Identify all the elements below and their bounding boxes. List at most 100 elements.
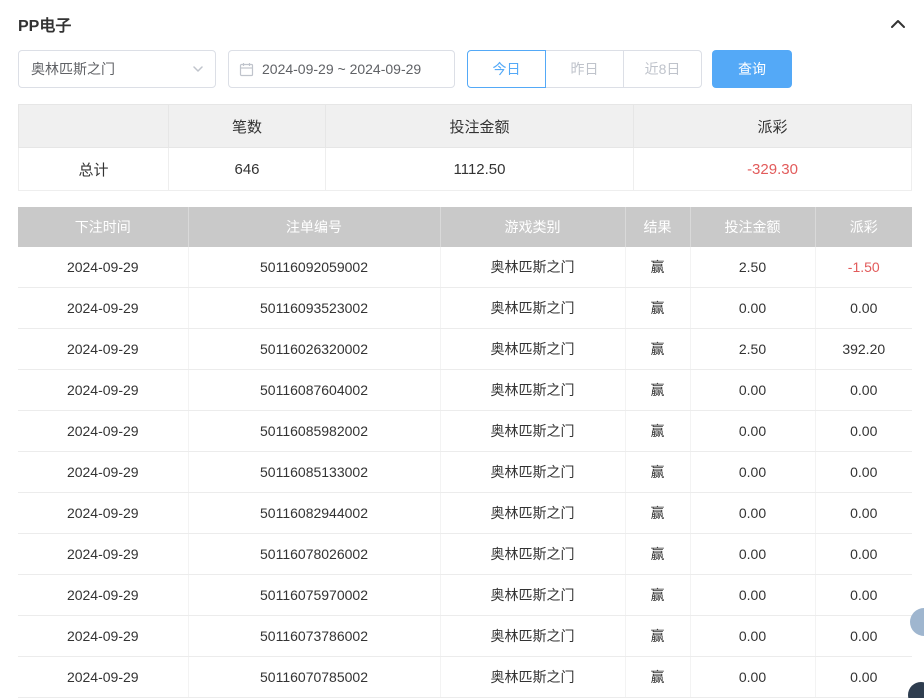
filter-bar: 奥林匹斯之门 2024-09-29 ~ 2024-09-29 今日 昨日 近8日…: [0, 44, 924, 104]
bet-id-cell: 50116085133002: [187, 451, 440, 493]
bet-amount-cell: 2.50: [689, 247, 815, 288]
payout-cell: 0.00: [814, 287, 912, 329]
payout-cell: -1.50: [814, 247, 912, 288]
payout-cell: 0.00: [814, 410, 912, 452]
bet-amount-cell: 0.00: [689, 492, 815, 534]
payout-cell: 0.00: [814, 492, 912, 534]
bet-id-cell: 50116093523002: [187, 287, 440, 329]
bet-id-cell: 50116082944002: [187, 492, 440, 534]
payout-cell: 0.00: [814, 574, 912, 616]
records-table: 下注时间 注单编号 游戏类别 结果 投注金额 派彩 2024-09-29 501…: [18, 207, 912, 698]
summary-total-count: 646: [168, 147, 326, 191]
bet-amount-cell: 0.00: [689, 369, 815, 411]
game-category-cell: 奥林匹斯之门: [439, 492, 625, 534]
result-cell: 赢: [624, 615, 690, 657]
table-row: 2024-09-29 50116087604002 奥林匹斯之门 赢 0.00 …: [18, 369, 912, 411]
bet-amount-cell: 0.00: [689, 656, 815, 698]
result-cell: 赢: [624, 451, 690, 493]
bet-id-cell: 50116092059002: [187, 247, 440, 288]
table-row: 2024-09-29 50116073786002 奥林匹斯之门 赢 0.00 …: [18, 615, 912, 657]
result-cell: 赢: [624, 656, 690, 698]
bet-time-cell: 2024-09-29: [18, 574, 188, 616]
game-category-cell: 奥林匹斯之门: [439, 574, 625, 616]
game-category-cell: 奥林匹斯之门: [439, 533, 625, 575]
last-8-days-button[interactable]: 近8日: [623, 50, 702, 88]
payout-cell: 0.00: [814, 533, 912, 575]
bet-time-cell: 2024-09-29: [18, 410, 188, 452]
calendar-icon: [239, 62, 254, 76]
chevron-up-icon: [891, 20, 905, 28]
records-body: 2024-09-29 50116092059002 奥林匹斯之门 赢 2.50 …: [18, 247, 912, 698]
bet-id-cell: 50116073786002: [187, 615, 440, 657]
payout-cell: 0.00: [814, 369, 912, 411]
game-category-cell: 奥林匹斯之门: [439, 656, 625, 698]
result-cell: 赢: [624, 247, 690, 288]
bet-amount-cell: 0.00: [689, 615, 815, 657]
game-category-cell: 奥林匹斯之门: [439, 287, 625, 329]
bet-id-cell: 50116085982002: [187, 410, 440, 452]
summary-total-row: 总计 646 1112.50 -329.30: [18, 147, 912, 191]
bet-time-cell: 2024-09-29: [18, 533, 188, 575]
table-row: 2024-09-29 50116078026002 奥林匹斯之门 赢 0.00 …: [18, 533, 912, 575]
date-range-value: 2024-09-29 ~ 2024-09-29: [262, 61, 422, 77]
summary-table: 笔数 投注金额 派彩 总计 646 1112.50 -329.30: [18, 104, 912, 191]
bet-amount-cell: 2.50: [689, 328, 815, 370]
pp-games-panel: PP电子 奥林匹斯之门 2024-09-29 ~ 2024-09-29 今日 昨…: [0, 0, 924, 698]
bet-amount-cell: 0.00: [689, 287, 815, 329]
records-header-row: 下注时间 注单编号 游戏类别 结果 投注金额 派彩: [18, 207, 912, 247]
summary-header-payout: 派彩: [633, 104, 912, 148]
records-header-result: 结果: [624, 207, 690, 247]
records-header-bet-amount: 投注金额: [689, 207, 815, 247]
today-button[interactable]: 今日: [467, 50, 546, 88]
payout-cell: 0.00: [814, 656, 912, 698]
bet-id-cell: 50116087604002: [187, 369, 440, 411]
summary-header-blank: [18, 104, 169, 148]
summary-total-payout: -329.30: [633, 147, 912, 191]
records-header-bet-id: 注单编号: [187, 207, 440, 247]
result-cell: 赢: [624, 410, 690, 452]
result-cell: 赢: [624, 328, 690, 370]
yesterday-button[interactable]: 昨日: [545, 50, 624, 88]
bet-id-cell: 50116078026002: [187, 533, 440, 575]
records-header-payout: 派彩: [814, 207, 912, 247]
quick-date-button-group: 今日 昨日 近8日: [467, 50, 702, 88]
date-range-picker[interactable]: 2024-09-29 ~ 2024-09-29: [228, 50, 455, 88]
result-cell: 赢: [624, 369, 690, 411]
collapse-chevron-up-icon[interactable]: [890, 18, 906, 30]
bet-amount-cell: 0.00: [689, 410, 815, 452]
bet-time-cell: 2024-09-29: [18, 328, 188, 370]
search-button[interactable]: 查询: [712, 50, 792, 88]
result-cell: 赢: [624, 574, 690, 616]
game-category-cell: 奥林匹斯之门: [439, 247, 625, 288]
table-row: 2024-09-29 50116085982002 奥林匹斯之门 赢 0.00 …: [18, 410, 912, 452]
table-row: 2024-09-29 50116093523002 奥林匹斯之门 赢 0.00 …: [18, 287, 912, 329]
bet-id-cell: 50116075970002: [187, 574, 440, 616]
bet-id-cell: 50116070785002: [187, 656, 440, 698]
result-cell: 赢: [624, 287, 690, 329]
chevron-down-icon: [193, 66, 203, 72]
page-title: PP电子: [18, 18, 72, 35]
records-header-bet-time: 下注时间: [18, 207, 188, 247]
bet-amount-cell: 0.00: [689, 574, 815, 616]
summary-header-bet-amount: 投注金额: [325, 104, 634, 148]
panel-header: PP电子: [0, 0, 924, 44]
bet-time-cell: 2024-09-29: [18, 451, 188, 493]
bet-amount-cell: 0.00: [689, 451, 815, 493]
table-row: 2024-09-29 50116092059002 奥林匹斯之门 赢 2.50 …: [18, 247, 912, 288]
table-row: 2024-09-29 50116085133002 奥林匹斯之门 赢 0.00 …: [18, 451, 912, 493]
game-category-cell: 奥林匹斯之门: [439, 451, 625, 493]
bet-time-cell: 2024-09-29: [18, 656, 188, 698]
bet-time-cell: 2024-09-29: [18, 492, 188, 534]
game-category-cell: 奥林匹斯之门: [439, 410, 625, 452]
summary-total-bet-amount: 1112.50: [325, 147, 634, 191]
content-area: 笔数 投注金额 派彩 总计 646 1112.50 -329.30 下注时间 注…: [0, 104, 924, 698]
result-cell: 赢: [624, 492, 690, 534]
bet-amount-cell: 0.00: [689, 533, 815, 575]
result-cell: 赢: [624, 533, 690, 575]
summary-total-label: 总计: [18, 147, 169, 191]
summary-header-count: 笔数: [168, 104, 326, 148]
bet-time-cell: 2024-09-29: [18, 615, 188, 657]
game-category-cell: 奥林匹斯之门: [439, 615, 625, 657]
bet-time-cell: 2024-09-29: [18, 247, 188, 288]
game-select[interactable]: 奥林匹斯之门: [18, 50, 216, 88]
